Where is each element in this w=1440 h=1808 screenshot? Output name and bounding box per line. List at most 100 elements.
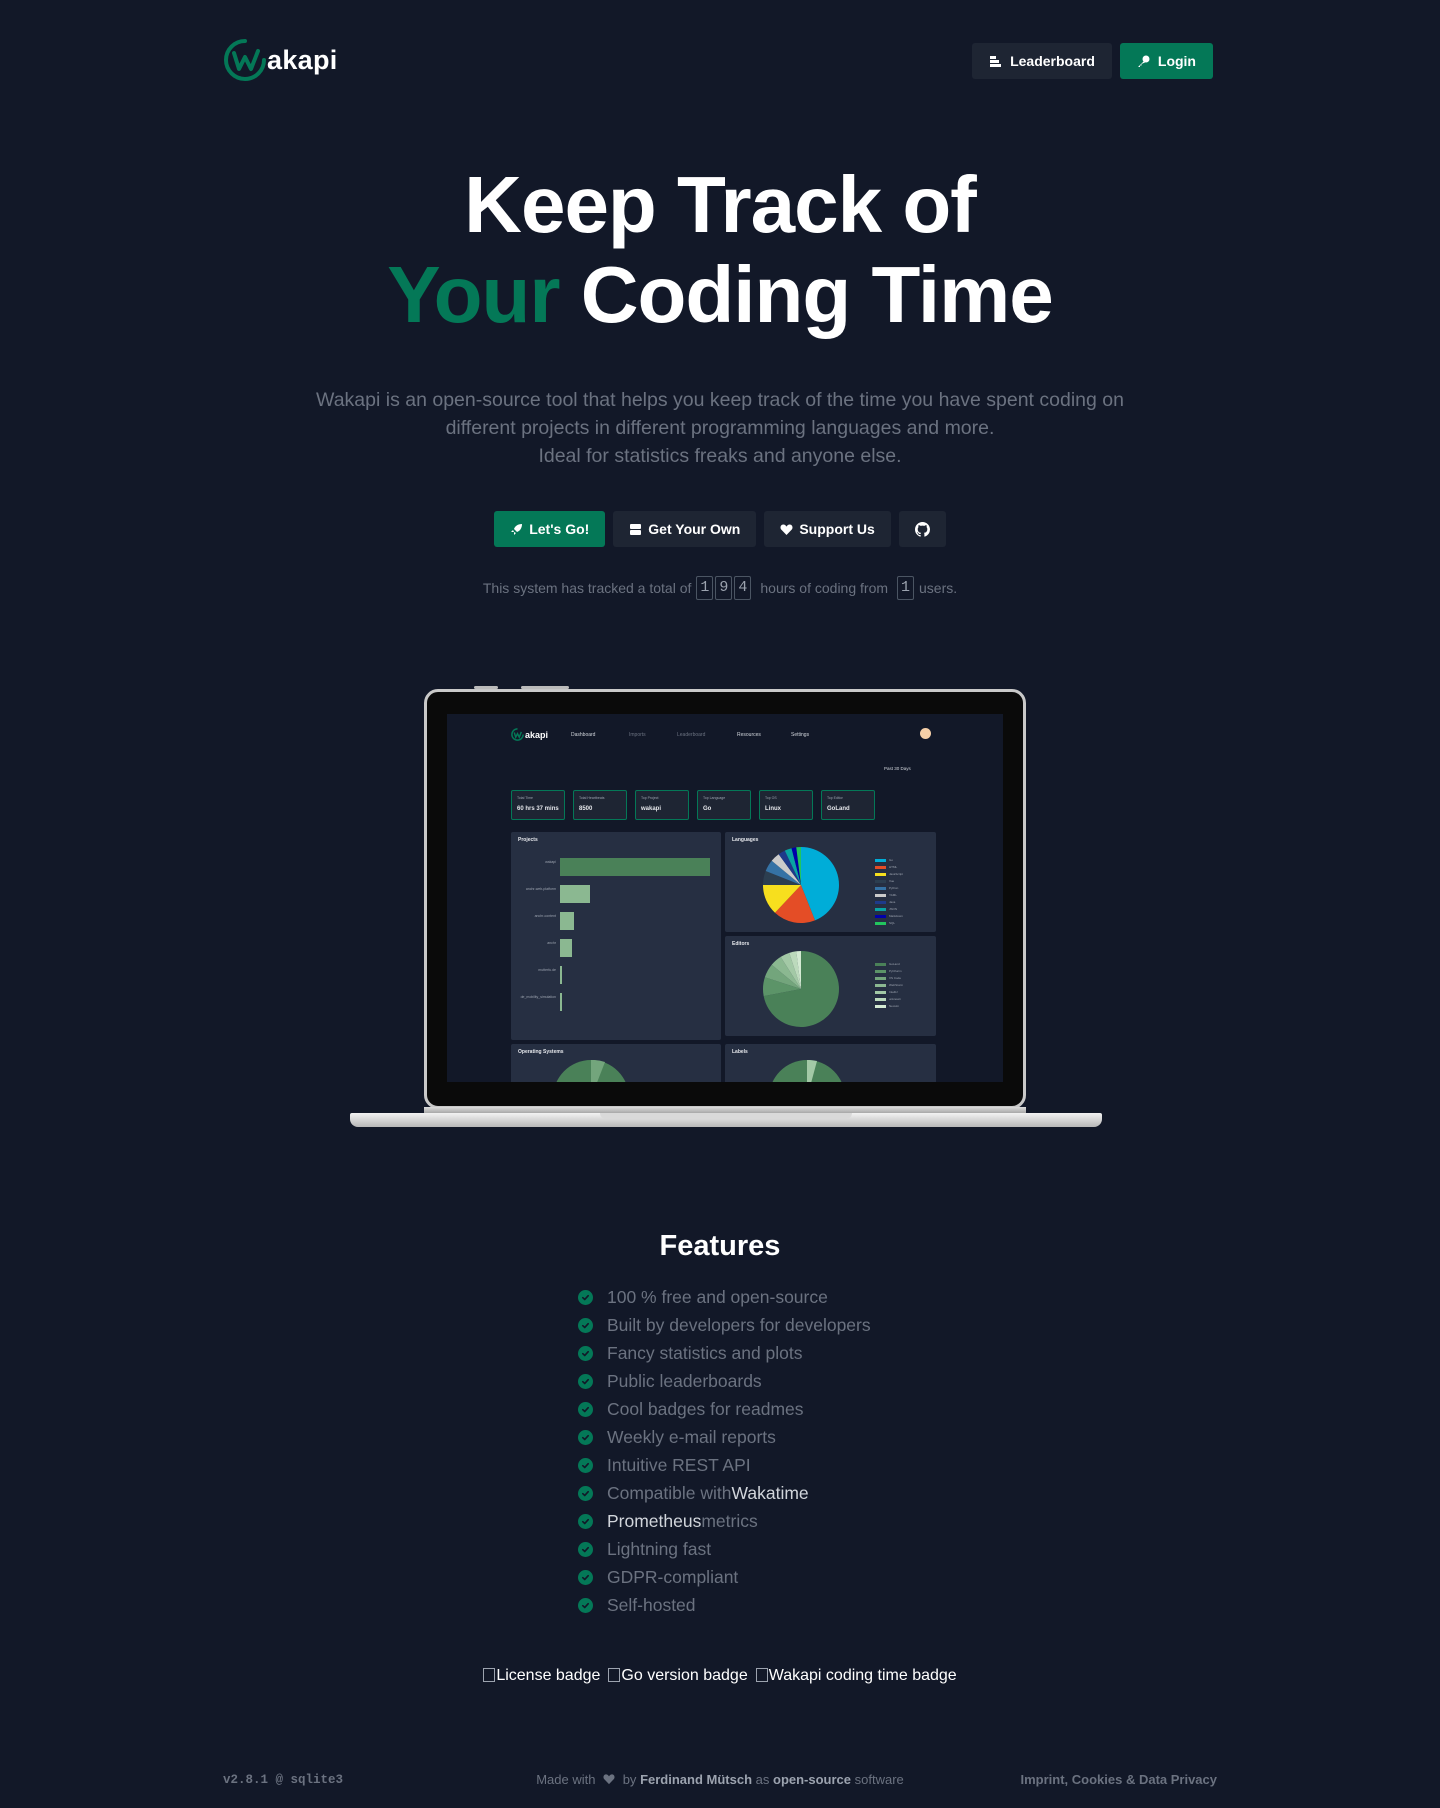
preview-kpi: Total Heartbeats 8500 — [573, 790, 627, 820]
legend-swatch — [875, 887, 886, 890]
check-circle-icon — [578, 1457, 593, 1473]
legal-link[interactable]: Imprint, Cookies & Data Privacy — [1020, 1772, 1217, 1787]
panel-title: Operating Systems — [518, 1049, 564, 1055]
broken-image-icon — [755, 1668, 768, 1682]
author-link[interactable]: Ferdinand Mütsch — [640, 1772, 752, 1787]
kpi-value: Go — [703, 806, 712, 812]
preview-kpi: Top OS Linux — [759, 790, 813, 820]
hours-counter: 194 — [695, 576, 752, 600]
project-bar-label: anchr-web-platform — [525, 887, 556, 891]
preview-projects-panel: Projects wakapi anchr-web-platform anchr-c… — [511, 832, 721, 1040]
features-list: 100 % free and open-source Built by devel… — [578, 1283, 871, 1619]
lets-go-label: Let's Go! — [529, 521, 590, 537]
badges: License badge Go version badge Wakapi co… — [0, 1667, 1440, 1685]
legend-label: Markdown — [889, 914, 903, 918]
preview-logo-text: akapi — [525, 729, 549, 740]
project-bar-label: anchr — [547, 941, 556, 945]
footer: v2.8.1 @ sqlite3 Made with by Ferdinand … — [223, 1772, 1217, 1790]
project-bar — [560, 939, 572, 957]
check-circle-icon — [578, 1317, 593, 1333]
badge-alt: Wakapi coding time badge — [768, 1667, 957, 1684]
broken-image-icon — [483, 1668, 496, 1682]
check-circle-icon — [578, 1345, 593, 1361]
as-text: as — [755, 1772, 770, 1787]
hours-digit: 9 — [715, 576, 733, 600]
key-icon — [1137, 55, 1150, 67]
feature-pre: Fancy statistics and plots — [607, 1342, 803, 1363]
lead-line3: Ideal for statistics freaks and anyone e… — [538, 445, 902, 467]
feature-item: Self-hosted — [578, 1591, 871, 1619]
feature-item: 100 % free and open-source — [578, 1283, 871, 1311]
legend-swatch — [875, 894, 886, 897]
support-us-button[interactable]: Support Us — [764, 511, 891, 547]
project-bar — [560, 993, 562, 1011]
coding-time-badge[interactable]: Wakapi coding time badge — [755, 1667, 957, 1685]
open-source-link[interactable]: open-source — [773, 1772, 851, 1787]
project-bar — [560, 858, 710, 876]
wakapi-logo-icon — [511, 728, 524, 741]
stats-suffix: users. — [919, 580, 958, 596]
kpi-value: wakapi — [641, 806, 662, 812]
kpi-label: Total Heartbeats — [579, 796, 605, 800]
go-version-badge[interactable]: Go version badge — [608, 1667, 748, 1685]
tracking-stats: This system has tracked a total of 194 h… — [0, 576, 1440, 600]
stats-middle: hours of coding from — [760, 580, 889, 596]
preview-logo: akapi — [511, 728, 548, 741]
dashboard-preview-laptop: akapi Dashboard Imports Leaderboard Reso… — [350, 686, 1102, 1128]
kpi-value: Linux — [765, 806, 781, 812]
preview-kpi: Top Project wakapi — [635, 790, 689, 820]
project-bar — [560, 885, 590, 903]
feature-highlight[interactable]: Wakatime — [732, 1483, 809, 1504]
avatar — [920, 728, 931, 739]
kpi-label: Top Editor — [827, 796, 843, 800]
badge-alt: License badge — [496, 1667, 601, 1684]
panel-title: Editors — [732, 941, 750, 947]
hours-digit: 4 — [734, 576, 752, 600]
get-your-own-button[interactable]: Get Your Own — [613, 511, 757, 547]
kpi-label: Top Project — [641, 796, 659, 800]
preview-nav-dashboard: Dashboard — [571, 732, 596, 738]
legend-swatch — [875, 908, 886, 911]
project-bar-label: anchr-content — [534, 914, 556, 918]
github-button[interactable] — [898, 511, 946, 547]
legend-label: WebStorm — [889, 983, 904, 987]
feature-item: Built by developers for developers — [578, 1311, 871, 1339]
feature-highlight[interactable]: Prometheus — [607, 1511, 701, 1532]
wakapi-logo-icon — [224, 39, 266, 81]
labels-pie-chart — [772, 1060, 842, 1082]
feature-item: Cool badges for readmes — [578, 1395, 871, 1423]
legend-swatch — [875, 922, 886, 925]
support-us-label: Support Us — [799, 521, 875, 537]
lead-line1: Wakapi is an open-source tool that helps… — [316, 389, 1124, 411]
legend-swatch — [875, 901, 886, 904]
rocket-icon — [511, 523, 523, 535]
leaderboard-button[interactable]: Leaderboard — [972, 43, 1112, 79]
by-text: by — [622, 1772, 637, 1787]
lets-go-button[interactable]: Let's Go! — [494, 511, 606, 547]
logo[interactable]: akapi — [223, 38, 338, 82]
legend-label: JavaScript — [889, 872, 904, 876]
project-bar-label: mutterfu.de — [538, 968, 556, 972]
legend-label: Java — [889, 900, 896, 904]
check-circle-icon — [578, 1513, 593, 1529]
panel-title: Labels — [732, 1049, 748, 1055]
kpi-label: Top OS — [765, 796, 777, 800]
project-bar — [560, 912, 574, 930]
check-circle-icon — [578, 1541, 593, 1557]
feature-item: Lightning fast — [578, 1535, 871, 1563]
feature-pre: Built by developers for developers — [607, 1314, 871, 1335]
get-your-own-label: Get Your Own — [648, 521, 741, 537]
legend-label: SQL — [889, 921, 896, 925]
broken-image-icon — [608, 1668, 621, 1682]
github-icon — [914, 521, 930, 537]
check-circle-icon — [578, 1401, 593, 1417]
feature-pre: Cool badges for readmes — [607, 1398, 804, 1419]
license-badge[interactable]: License badge — [483, 1667, 600, 1685]
project-bar — [560, 966, 563, 984]
header-nav: Leaderboard Login — [972, 43, 1213, 79]
feature-pre: 100 % free and open-source — [607, 1286, 828, 1307]
login-button[interactable]: Login — [1119, 43, 1213, 79]
legend-label: JSON — [889, 907, 898, 911]
os-pie-chart — [556, 1060, 626, 1082]
legend-label: PyCharm — [889, 969, 902, 973]
